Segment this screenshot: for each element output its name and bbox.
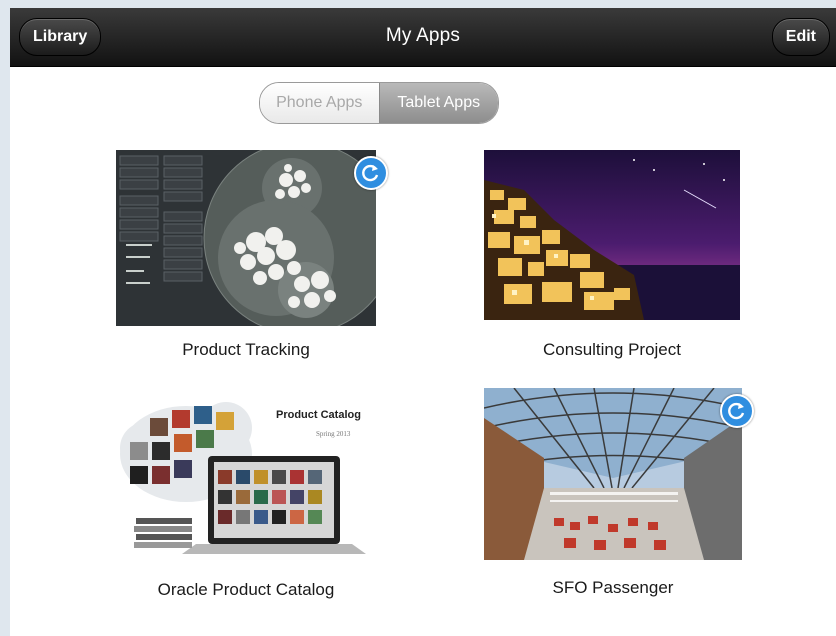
refresh-icon xyxy=(362,164,379,182)
product-catalog-devices-icon: Product Catalog Spring 2013 xyxy=(116,388,376,560)
refresh-icon xyxy=(728,402,745,420)
app-window: Library My Apps Edit Phone Apps Tablet A… xyxy=(10,8,836,636)
navigation-bar: Library My Apps Edit xyxy=(10,8,836,67)
app-tile-oracle-product-catalog[interactable]: Product Catalog Spring 2013 Oracle Produ… xyxy=(116,388,376,604)
catalog-title-text: Product Catalog xyxy=(276,409,361,421)
tablet-apps-segment[interactable]: Tablet Apps xyxy=(378,83,498,123)
app-tile-sfo-passenger[interactable]: SFO Passenger xyxy=(484,388,754,604)
app-tile-product-tracking[interactable]: Product Tracking xyxy=(116,150,388,365)
edit-button[interactable]: Edit xyxy=(771,18,830,56)
page-title: My Apps xyxy=(385,25,461,46)
app-name: SFO Passenger xyxy=(552,578,674,597)
app-tile-consulting-project[interactable]: Consulting Project xyxy=(484,150,740,365)
phone-apps-segment[interactable]: Phone Apps xyxy=(260,83,379,123)
app-type-segmented-control: Phone Apps Tablet Apps xyxy=(259,82,499,124)
catalog-subtitle-text: Spring 2013 xyxy=(316,430,351,438)
app-name: Oracle Product Catalog xyxy=(157,580,335,599)
bubble-chart-dashboard-icon xyxy=(116,150,376,326)
sync-badge xyxy=(720,394,754,428)
app-name: Consulting Project xyxy=(543,340,681,359)
night-village-photo-icon xyxy=(484,150,740,320)
app-name: Product Tracking xyxy=(182,340,310,359)
sync-badge xyxy=(354,156,388,190)
airport-terminal-photo-icon xyxy=(484,388,742,560)
